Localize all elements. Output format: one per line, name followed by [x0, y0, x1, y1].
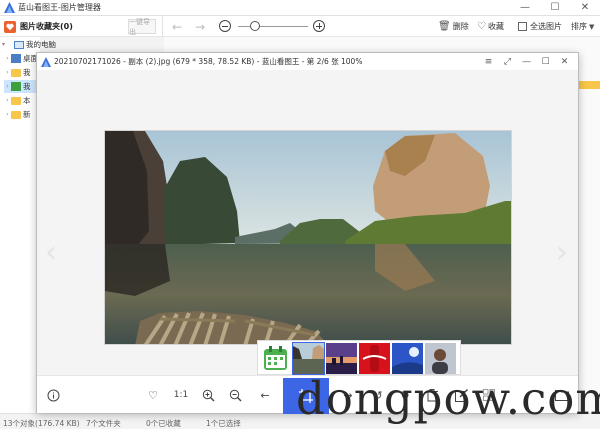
menu-icon[interactable]: ≡ — [479, 57, 498, 67]
expand-icon[interactable]: › — [4, 97, 11, 104]
status-selected: 1个已选择 — [206, 419, 241, 428]
maximize-button[interactable]: ☐ — [540, 0, 570, 15]
thumbnail-strip — [257, 340, 461, 375]
zoom-in-icon[interactable] — [200, 387, 216, 403]
folder-icon — [11, 68, 21, 77]
computer-icon — [14, 40, 24, 49]
sort-dropdown[interactable]: 排序 ▼ — [571, 19, 596, 34]
tree-item-my-computer[interactable]: ▾ 我的电脑 — [0, 38, 56, 51]
title-bar: 蓝山看图王-图片管理器 — ☐ ✕ — [0, 0, 600, 16]
favorites-label: 图片收藏夹(0) — [20, 22, 73, 31]
app-title: 蓝山看图王-图片管理器 — [18, 3, 101, 12]
main-photo[interactable] — [104, 130, 512, 345]
delete-button[interactable]: 🗑 删除 — [438, 19, 469, 34]
tree-item-desktop[interactable]: › 桌面 — [4, 52, 38, 65]
tree-item-label: 我 — [23, 68, 31, 77]
image-viewer-window: 20210702171026 - 副本 (2).jpg (679 * 358, … — [36, 52, 579, 414]
thumbnail-coca-cola[interactable] — [359, 343, 390, 374]
arrow-left-icon[interactable]: ← — [257, 387, 273, 403]
info-icon[interactable] — [45, 387, 61, 403]
viewer-caption: 20210702171026 - 副本 (2).jpg (679 * 358, … — [54, 57, 363, 66]
zoom-in-button[interactable] — [313, 20, 325, 32]
desktop-icon — [11, 54, 21, 63]
app-logo-icon — [41, 56, 51, 67]
trash-icon: 🗑 — [438, 21, 451, 32]
tree-item-new[interactable]: › 新 — [4, 108, 31, 121]
tree-item-label: 新 — [23, 110, 31, 119]
thumbnail-blue-sky[interactable] — [392, 343, 423, 374]
expand-icon[interactable]: › — [4, 69, 11, 76]
caret-down-icon: ▼ — [589, 22, 595, 31]
thumbnail-portrait[interactable] — [425, 343, 456, 374]
folder-tree: ▾ 我的电脑 › 桌面 › 我 › 我 › 本 › 新 — [0, 37, 56, 413]
select-all-label: 全选图片 — [530, 22, 562, 31]
heart-icon — [4, 20, 16, 33]
fullscreen-icon[interactable]: ⤢ — [498, 57, 517, 67]
heart-outline-icon[interactable]: ♡ — [145, 387, 161, 403]
favorite-label: 收藏 — [487, 22, 504, 31]
close-button[interactable]: ✕ — [570, 0, 600, 15]
status-favorites: 0个已收藏 — [146, 419, 181, 428]
zoom-slider-track[interactable] — [238, 26, 308, 27]
maximize-button[interactable]: ☐ — [536, 57, 555, 67]
heart-outline-icon: ♡ — [477, 21, 486, 32]
tree-item-downloads[interactable]: › 我 — [4, 80, 40, 93]
collapse-icon[interactable]: ▾ — [0, 41, 7, 48]
app-logo-icon — [3, 2, 15, 14]
folder-icon — [11, 96, 21, 105]
thumbnail-calendar[interactable] — [260, 343, 291, 374]
window-controls: — ☐ ✕ — [510, 0, 600, 15]
tree-item-folder[interactable]: › 我 — [4, 66, 31, 79]
zoom-out-button[interactable] — [219, 20, 231, 32]
close-button[interactable]: ✕ — [555, 57, 574, 67]
zoom-slider-thumb[interactable] — [250, 21, 260, 31]
tree-item-label: 我 — [23, 82, 31, 91]
tree-item-label: 我的电脑 — [26, 40, 56, 49]
status-folders: 7个文件夹 — [86, 419, 121, 428]
next-arrow-icon[interactable]: › — [556, 235, 568, 270]
thumbnail-city-sunset[interactable] — [326, 343, 357, 374]
minimize-button[interactable]: — — [517, 57, 536, 67]
tree-item-local-disk[interactable]: › 本 — [4, 94, 31, 107]
viewer-window-controls: ≡ ⤢ — ☐ ✕ — [479, 53, 574, 70]
export-button[interactable]: 一键导出 — [128, 18, 156, 36]
previous-arrow-icon[interactable]: ‹ — [45, 235, 57, 270]
select-all-checkbox[interactable]: 全选图片 — [518, 19, 562, 34]
arrow-left-icon[interactable]: ← — [172, 20, 182, 34]
image-stage: ‹ › — [37, 70, 578, 375]
expand-icon[interactable]: › — [4, 83, 11, 90]
sort-label: 排序 — [571, 22, 587, 31]
thumbnail-mountain-lake[interactable] — [292, 342, 325, 375]
actual-size-button[interactable]: 1:1 — [171, 387, 191, 403]
favorite-button[interactable]: ♡ 收藏 — [477, 19, 504, 34]
minimize-button[interactable]: — — [510, 0, 540, 15]
expand-icon[interactable]: › — [4, 55, 11, 62]
checkbox-icon — [518, 22, 527, 31]
folder-icon — [11, 110, 21, 119]
expand-icon[interactable]: › — [4, 111, 11, 118]
zoom-out-icon[interactable] — [227, 387, 243, 403]
status-count: 13个对象(176.74 KB) — [3, 419, 80, 428]
watermark-text: dongpow.com — [296, 372, 600, 425]
arrow-right-icon[interactable]: → — [195, 20, 205, 34]
tree-item-label: 本 — [23, 96, 31, 105]
download-folder-icon — [11, 82, 21, 91]
delete-label: 删除 — [452, 22, 469, 31]
favorites-tab[interactable]: 图片收藏夹(0) 一键导出 — [0, 16, 163, 37]
viewer-title-bar: 20210702171026 - 副本 (2).jpg (679 * 358, … — [37, 53, 578, 70]
toolbar: 图片收藏夹(0) 一键导出 ← → 🗑 删除 ♡ 收藏 全选图片 排序 ▼ — [0, 16, 600, 37]
